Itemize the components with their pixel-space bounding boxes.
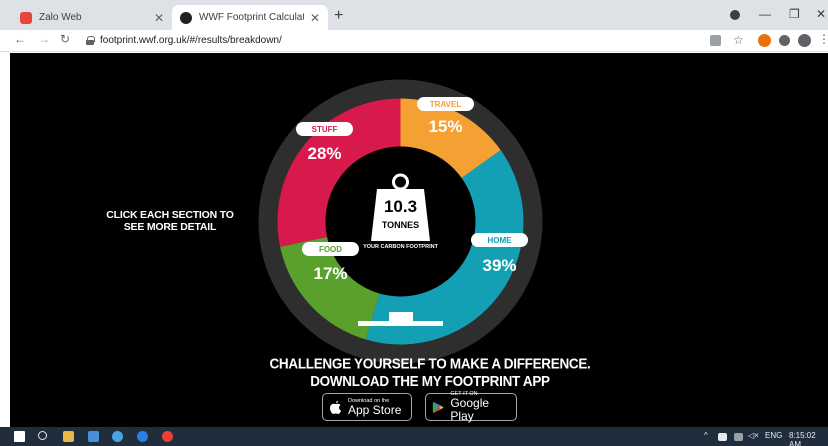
url-text[interactable]: footprint.wwf.org.uk/#/results/breakdown…	[100, 35, 282, 46]
lock-icon	[86, 36, 95, 45]
browser-tab-strip: Zalo Web ✕ WWF Footprint Calculator ✕ + …	[0, 0, 828, 30]
windows-taskbar: ^ ◁× ENG 8:15:02 AM	[0, 427, 828, 446]
footprint-unit: TONNES	[382, 220, 419, 230]
tab-wwf-footprint[interactable]: WWF Footprint Calculator ✕	[172, 5, 328, 30]
tab-zalo-web[interactable]: Zalo Web ✕	[12, 5, 172, 30]
language-indicator[interactable]: ENG	[765, 431, 782, 440]
windows-start-icon[interactable]	[14, 431, 25, 442]
food-percent[interactable]: 17%	[313, 264, 347, 283]
tab-title: Zalo Web	[39, 12, 82, 23]
battery-icon[interactable]	[718, 433, 727, 441]
volume-icon[interactable]: ◁×	[748, 431, 759, 440]
stuff-percent[interactable]: 28%	[307, 144, 341, 163]
home-percent[interactable]: 39%	[482, 256, 516, 275]
bookmark-star-icon[interactable]: ☆	[733, 33, 744, 47]
reload-button[interactable]: ↻	[60, 32, 70, 46]
cta-line-2: DOWNLOAD THE MY FOOTPRINT APP	[310, 373, 550, 390]
call-to-action: CHALLENGE YOURSELF TO MAKE A DIFFERENCE.…	[260, 356, 600, 391]
address-bar[interactable]: footprint.wwf.org.uk/#/results/breakdown…	[86, 32, 706, 49]
tab-close-icon[interactable]: ✕	[310, 11, 320, 25]
side-instruction: CLICK EACH SECTION TO SEE MORE DETAIL	[106, 209, 234, 233]
stuff-label[interactable]: STUFF	[312, 125, 338, 134]
tab-close-icon[interactable]: ✕	[154, 11, 164, 25]
taskbar-messenger-icon[interactable]	[137, 431, 148, 442]
extension-icon[interactable]	[758, 34, 771, 47]
chart-stand-neck	[389, 312, 413, 322]
translate-icon[interactable]	[710, 35, 721, 46]
new-tab-button[interactable]: +	[334, 7, 343, 25]
apple-logo-icon	[330, 400, 341, 414]
cta-line-1: CHALLENGE YOURSELF TO MAKE A DIFFERENCE.	[269, 355, 591, 372]
home-label[interactable]: HOME	[488, 236, 513, 245]
forward-button[interactable]: →	[38, 32, 50, 46]
close-window-button[interactable]: ✕	[816, 7, 826, 21]
extensions-puzzle-icon[interactable]	[779, 35, 790, 46]
tab-title: WWF Footprint Calculator	[199, 12, 304, 23]
app-store-button[interactable]: Download on the App Store	[322, 393, 412, 421]
google-play-big-text: Google Play	[450, 396, 490, 423]
travel-label[interactable]: TRAVEL	[430, 100, 462, 109]
browser-toolbar: ← → ↻ footprint.wwf.org.uk/#/results/bre…	[0, 30, 828, 52]
google-play-button[interactable]: GET IT ON Google Play	[425, 391, 517, 423]
footprint-caption: YOUR CARBON FOOTPRINT	[363, 244, 439, 250]
minimize-button[interactable]: —	[759, 7, 771, 21]
travel-percent[interactable]: 15%	[428, 117, 462, 136]
zalo-favicon-icon	[20, 11, 32, 24]
food-label[interactable]: FOOD	[319, 245, 342, 254]
wwf-panda-favicon-icon	[180, 11, 192, 24]
google-play-logo-icon	[432, 401, 444, 413]
search-icon[interactable]	[38, 431, 47, 440]
menu-kebab-icon[interactable]: ⋮	[818, 32, 828, 46]
clock[interactable]: 8:15:02 AM	[789, 431, 828, 446]
footprint-results-page: CLICK EACH SECTION TO SEE MORE DETAIL 10…	[10, 53, 828, 427]
back-button[interactable]: ←	[14, 32, 26, 46]
profile-avatar-icon[interactable]	[798, 34, 811, 47]
file-explorer-icon[interactable]	[63, 431, 74, 442]
footprint-donut-chart: 10.3 TONNES YOUR CARBON FOOTPRINT TRAVEL…	[258, 79, 543, 364]
app-store-big-text: App Store	[348, 402, 402, 417]
system-tray-chevron-icon[interactable]: ^	[704, 431, 708, 440]
restore-button[interactable]: ❐	[789, 7, 800, 21]
footprint-value: 10.3	[384, 197, 417, 216]
network-icon[interactable]	[734, 433, 743, 441]
taskbar-app-icon[interactable]	[88, 431, 99, 442]
taskbar-chrome-icon[interactable]	[162, 431, 173, 442]
taskbar-browser-icon[interactable]	[112, 431, 123, 442]
profile-account-icon[interactable]	[730, 10, 740, 20]
